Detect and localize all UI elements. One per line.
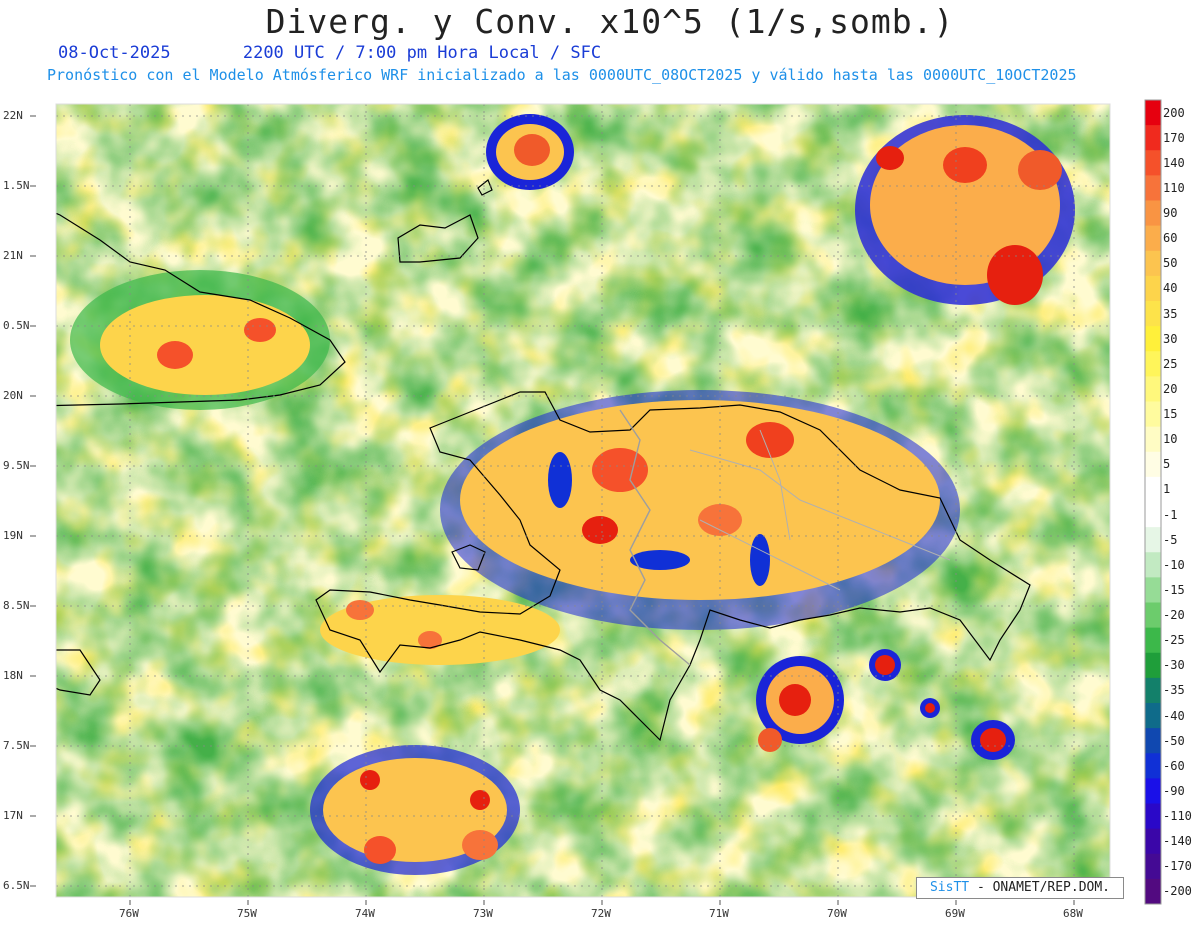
colorbar-swatch [1145, 502, 1161, 528]
cell-cuba [70, 270, 330, 410]
colorbar-label: -60 [1163, 758, 1185, 773]
cell-north [486, 114, 574, 190]
x-label: 75W [237, 907, 257, 920]
colorbar-label: 110 [1163, 180, 1185, 195]
y-label: 19N [3, 529, 23, 542]
colorbar-swatch [1145, 476, 1161, 503]
colorbar-swatch [1145, 301, 1161, 327]
colorbar-label: -140 [1163, 834, 1192, 849]
colorbar-swatch [1145, 451, 1161, 478]
colorbar-swatch [1145, 250, 1161, 277]
colorbar-label: -170 [1163, 859, 1192, 874]
colorbar-label: 30 [1163, 331, 1178, 346]
colorbar-swatch [1145, 853, 1161, 880]
colorbar-label: -15 [1163, 582, 1185, 597]
colorbar-label: -25 [1163, 633, 1185, 648]
colorbar-swatch [1145, 778, 1161, 804]
colorbar-label: -10 [1163, 557, 1185, 572]
colorbar-swatch [1145, 426, 1161, 453]
colorbar-swatch [1145, 150, 1161, 176]
colorbar-label: 25 [1163, 356, 1178, 371]
colorbar-label: -200 [1163, 884, 1192, 899]
colorbar-swatch [1145, 602, 1161, 629]
colorbar-label: 90 [1163, 206, 1178, 221]
colorbar-label: -110 [1163, 809, 1192, 824]
colorbar-label: -35 [1163, 683, 1185, 698]
y-label: 0.5N [3, 319, 30, 332]
colorbar-swatch [1145, 326, 1161, 352]
x-label: 76W [119, 907, 139, 920]
colorbar-label: -1 [1163, 507, 1178, 522]
y-label: 7.5N [3, 739, 30, 752]
colorbar-label: 50 [1163, 256, 1178, 271]
colorbar-swatch [1145, 100, 1161, 126]
colorbar-label: 15 [1163, 407, 1178, 422]
colorbar-label: 140 [1163, 155, 1185, 170]
colorbar-swatch [1145, 376, 1161, 402]
sistt-logo-text: SisTT [929, 880, 970, 895]
colorbar-label: 5 [1163, 457, 1171, 472]
x-label: 70W [827, 907, 847, 920]
y-label: 17N [3, 809, 23, 822]
colorbar-swatch [1145, 125, 1161, 151]
colorbar-swatch [1145, 401, 1161, 428]
y-label: 8.5N [3, 599, 30, 612]
colorbar-label: 40 [1163, 281, 1178, 296]
cell-southwest [310, 745, 520, 875]
colorbar-label: 35 [1163, 306, 1178, 321]
divergence-map [30, 99, 1162, 905]
x-label: 72W [591, 907, 611, 920]
colorbar-label: -30 [1163, 658, 1185, 673]
colorbar-swatch [1145, 878, 1161, 905]
colorbar-label: 60 [1163, 231, 1178, 246]
colorbar-swatch [1145, 200, 1161, 227]
y-label: 20N [3, 389, 23, 402]
colorbar-swatch [1145, 803, 1161, 830]
y-label: 9.5N [3, 459, 30, 472]
cell-northeast [855, 115, 1075, 305]
colorbar [1144, 99, 1162, 905]
colorbar-label: 170 [1163, 130, 1185, 145]
y-label: 6.5N [3, 879, 30, 892]
colorbar-label: -5 [1163, 532, 1178, 547]
y-label: 1.5N [3, 179, 30, 192]
colorbar-label: -50 [1163, 733, 1185, 748]
x-label: 73W [473, 907, 493, 920]
colorbar-swatch [1145, 275, 1161, 302]
colorbar-swatch [1145, 577, 1161, 603]
colorbar-swatch [1145, 652, 1161, 679]
x-label: 68W [1063, 907, 1083, 920]
colorbar-swatch [1145, 703, 1161, 729]
colorbar-label: -20 [1163, 608, 1185, 623]
colorbar-swatch [1145, 552, 1161, 578]
colorbar-label: -90 [1163, 783, 1185, 798]
colorbar-swatch [1145, 175, 1161, 201]
y-label: 22N [3, 109, 23, 122]
colorbar-label: 10 [1163, 432, 1178, 447]
x-label: 71W [709, 907, 729, 920]
x-label: 69W [945, 907, 965, 920]
colorbar-swatch [1145, 828, 1161, 855]
credit-text: - ONAMET/REP.DOM. [969, 880, 1111, 895]
colorbar-swatch [1145, 677, 1161, 704]
colorbar-label: 20 [1163, 381, 1178, 396]
colorbar-swatch [1145, 753, 1161, 779]
colorbar-swatch [1145, 225, 1161, 252]
colorbar-label: 1 [1163, 482, 1171, 497]
y-label: 18N [3, 669, 23, 682]
credit-box: SisTT - ONAMET/REP.DOM. [916, 877, 1124, 899]
x-label: 74W [355, 907, 375, 920]
colorbar-label: 200 [1163, 105, 1185, 120]
cell-hispaniola [440, 390, 960, 630]
y-label: 21N [3, 249, 23, 262]
colorbar-swatch [1145, 728, 1161, 754]
colorbar-label: -40 [1163, 708, 1185, 723]
colorbar-swatch [1145, 527, 1161, 553]
colorbar-swatch [1145, 351, 1161, 377]
colorbar-swatch [1145, 627, 1161, 654]
